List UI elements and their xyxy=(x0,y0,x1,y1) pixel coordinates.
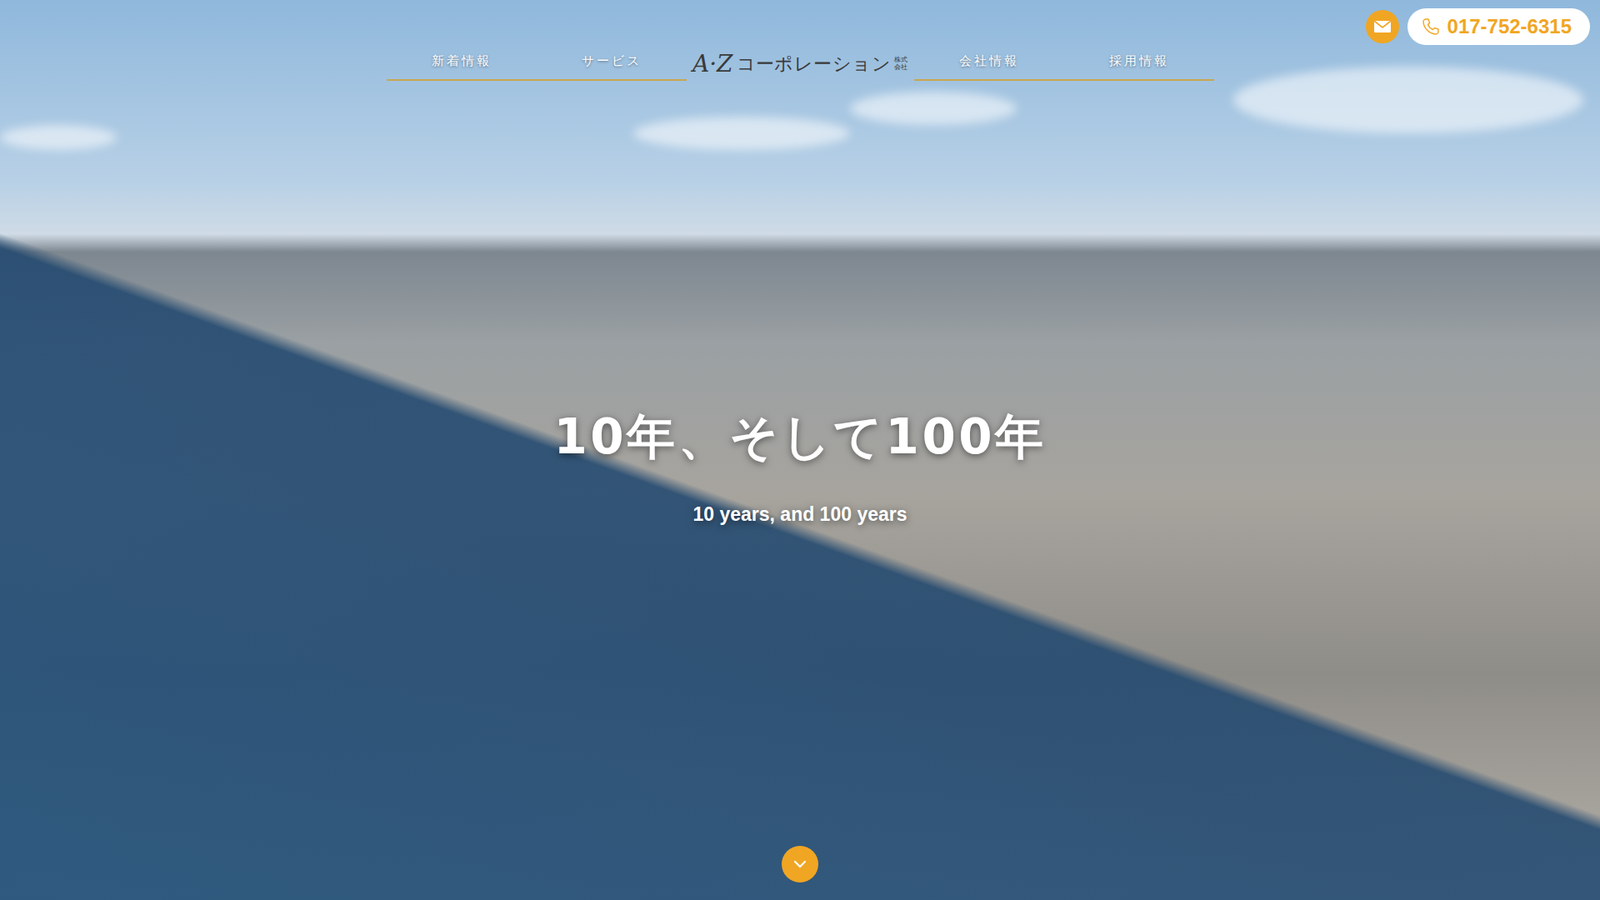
nav-item[interactable]: サービス xyxy=(536,46,687,80)
mail-icon xyxy=(1373,20,1392,34)
nav-item[interactable]: 会社情報 xyxy=(914,46,1065,80)
scroll-down-button[interactable] xyxy=(781,845,819,883)
hero-photo: 新着情報サービスA·Zコーポレーション株式会社会社情報採用情報 017-752-… xyxy=(0,0,1600,900)
chevron-down-icon xyxy=(791,855,809,873)
nav-group: 会社情報採用情報 xyxy=(914,46,1215,81)
mail-button[interactable] xyxy=(1365,10,1400,44)
logo-mark: A·Z xyxy=(692,52,734,76)
nav-item[interactable]: 新着情報 xyxy=(386,46,537,80)
logo-name: コーポレーション xyxy=(736,55,892,74)
phone-button[interactable]: 017-752-6315 xyxy=(1407,8,1590,45)
hero-title: 10年、そして100年 xyxy=(0,408,1600,467)
nav-item[interactable]: 採用情報 xyxy=(1064,46,1215,80)
hero-copy: 10年、そして100年 10 years, and 100 years xyxy=(0,408,1600,529)
hero-subtitle: 10 years, and 100 years xyxy=(0,500,1600,530)
logo-suffix: 株式会社 xyxy=(894,56,908,72)
contact-area: 017-752-6315 xyxy=(1365,8,1590,45)
phone-number: 017-752-6315 xyxy=(1447,11,1572,42)
site-logo[interactable]: A·Zコーポレーション株式会社 xyxy=(686,52,915,81)
nav-group: 新着情報サービス xyxy=(386,46,687,81)
phone-icon xyxy=(1420,16,1441,37)
